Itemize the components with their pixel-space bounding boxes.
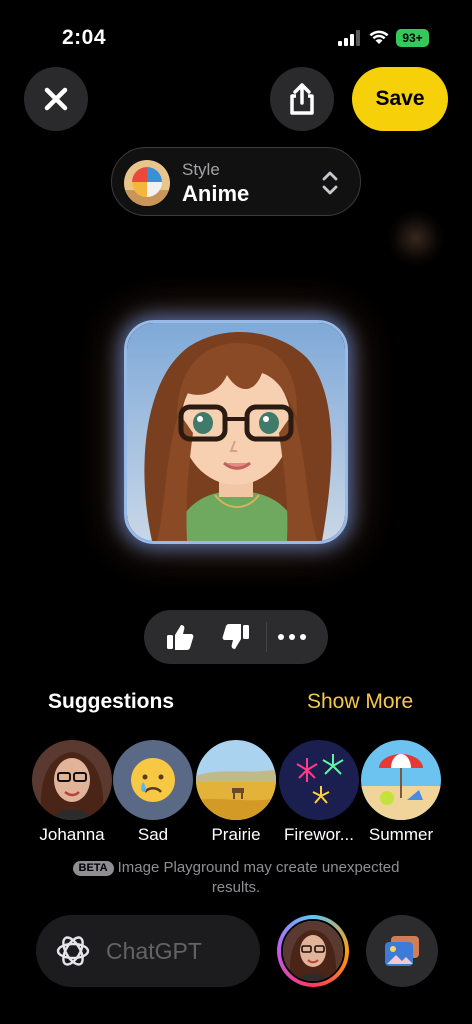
chatgpt-logo-icon xyxy=(56,936,90,966)
suggestion-label: Prairie xyxy=(211,825,261,844)
wifi-icon xyxy=(369,30,389,44)
suggestion-label: Summer xyxy=(368,825,434,844)
suggestion-summer[interactable]: Summer xyxy=(361,740,441,845)
summer-beach-icon xyxy=(361,740,441,820)
prompt-placeholder: ChatGPT xyxy=(106,938,202,964)
suggestion-label: Johanna xyxy=(39,825,105,844)
prompt-input[interactable]: ChatGPT xyxy=(36,915,260,987)
battery-level: 93+ xyxy=(402,31,423,45)
show-more-link[interactable]: Show More xyxy=(307,690,413,714)
thumbs-up-button[interactable] xyxy=(164,621,196,653)
suggestion-sad[interactable]: Sad xyxy=(113,740,193,845)
style-thumbnail xyxy=(124,160,170,206)
beta-badge: BETA xyxy=(72,861,114,876)
suggestion-label: Sad xyxy=(137,825,169,844)
style-caption: Style xyxy=(182,160,220,179)
style-picker[interactable]: Style Anime xyxy=(111,147,361,216)
person-picker-button[interactable] xyxy=(277,915,349,987)
suggestion-photo xyxy=(32,740,112,820)
cellular-signal-icon xyxy=(338,30,360,46)
background-bokeh xyxy=(388,210,444,266)
suggestion-prairie[interactable]: Prairie xyxy=(196,740,276,845)
feedback-divider xyxy=(266,622,267,652)
status-bar: 2:04 93+ xyxy=(0,0,472,70)
chevron-up-down-icon xyxy=(322,171,338,195)
photos-icon xyxy=(385,936,419,966)
feedback-bar xyxy=(144,610,328,664)
generated-image[interactable] xyxy=(124,320,348,544)
close-button[interactable] xyxy=(24,67,88,131)
battery-indicator: 93+ xyxy=(396,29,429,47)
save-button[interactable]: Save xyxy=(352,67,448,131)
status-time: 2:04 xyxy=(62,26,107,49)
disclaimer: BETA Image Playground may create unexpect… xyxy=(60,858,412,898)
sad-emoji-icon xyxy=(113,740,193,820)
fireworks-icon xyxy=(279,740,359,820)
more-options-button[interactable] xyxy=(276,621,308,653)
share-icon xyxy=(290,83,314,115)
photo-library-button[interactable] xyxy=(366,915,438,987)
suggestion-johanna[interactable]: Johanna xyxy=(32,740,112,845)
suggestion-label: Firewor... xyxy=(284,825,354,844)
person-avatar xyxy=(281,919,345,983)
suggestions-heading: Suggestions xyxy=(48,690,175,713)
ellipsis-icon xyxy=(278,634,306,640)
share-button[interactable] xyxy=(270,67,334,131)
disclaimer-text: Image Playground may create unexpected r… xyxy=(117,859,400,896)
thumbs-up-icon xyxy=(167,625,194,650)
prairie-scene-icon xyxy=(196,740,276,820)
style-value: Anime xyxy=(182,181,250,206)
suggestion-fireworks[interactable]: Firewor... xyxy=(279,740,359,845)
thumbs-down-icon xyxy=(222,624,249,649)
thumbs-down-button[interactable] xyxy=(220,621,252,653)
xmark-icon xyxy=(44,87,68,111)
